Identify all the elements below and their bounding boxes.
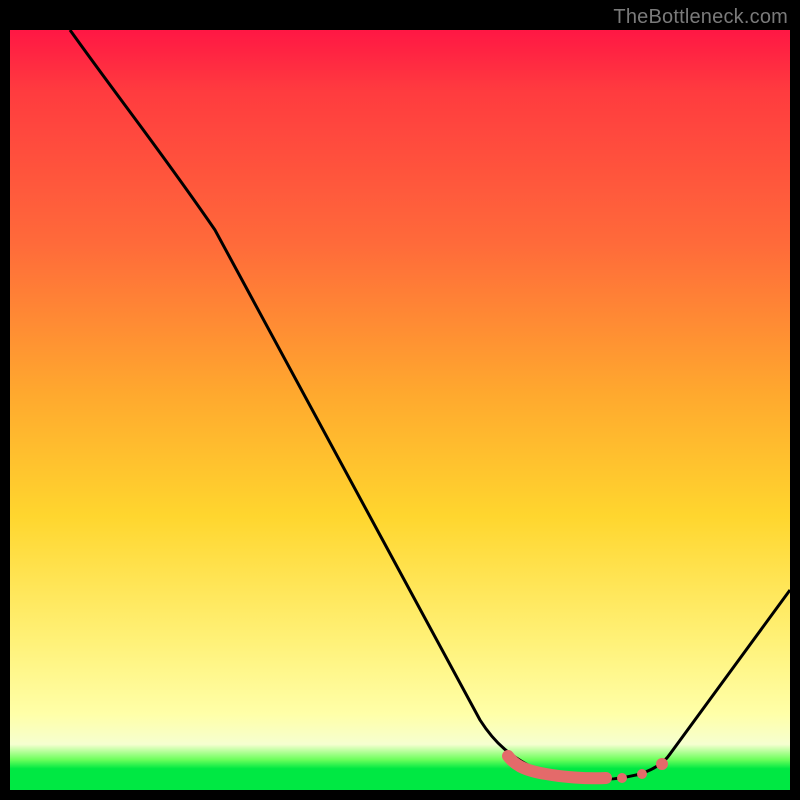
highlight-dot bbox=[617, 773, 627, 783]
highlight-segment bbox=[508, 756, 606, 778]
highlight-dot bbox=[637, 769, 647, 779]
highlight-dot bbox=[656, 758, 668, 770]
bottleneck-curve bbox=[70, 30, 790, 780]
watermark-text: TheBottleneck.com bbox=[613, 6, 788, 29]
bottleneck-curve-svg bbox=[10, 30, 790, 790]
chart-area bbox=[10, 30, 790, 790]
